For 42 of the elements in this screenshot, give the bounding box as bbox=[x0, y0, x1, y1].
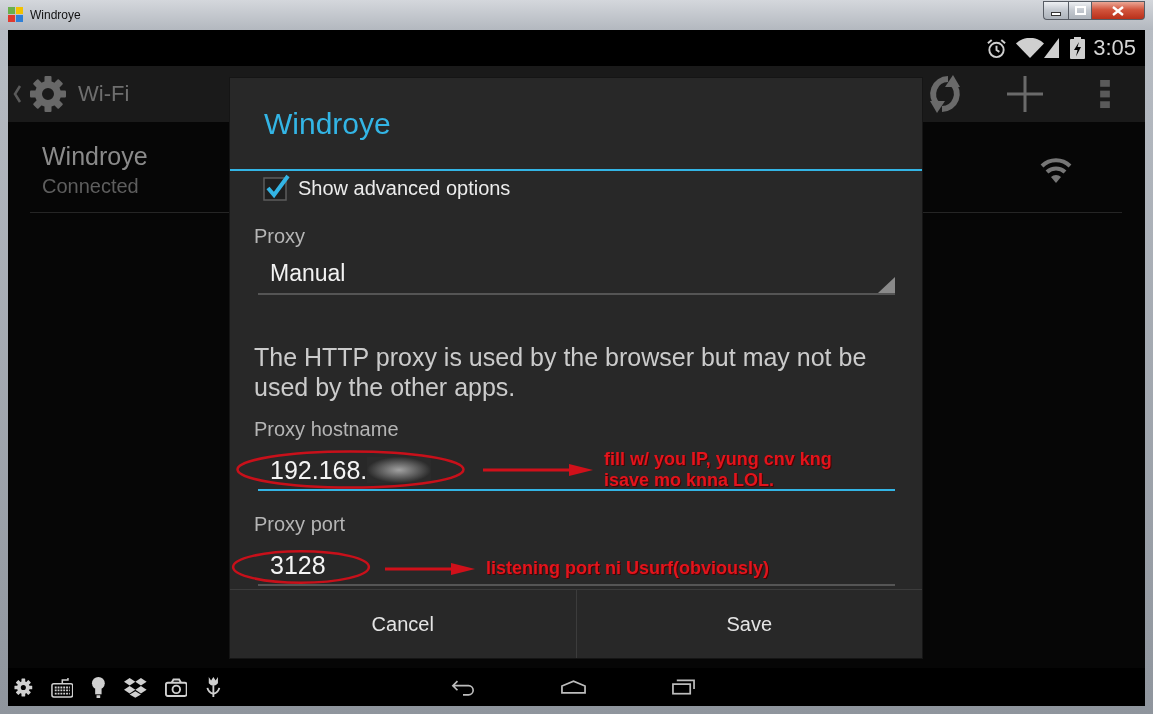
close-icon bbox=[1112, 5, 1124, 16]
alarm-clock-icon bbox=[986, 37, 1008, 59]
help-text: The HTTP proxy is used by the browser but may not be used by the other apps. bbox=[254, 342, 868, 402]
app-icon bbox=[8, 7, 23, 22]
maximize-button[interactable] bbox=[1068, 1, 1092, 20]
home-icon[interactable] bbox=[561, 680, 586, 694]
signal-icon bbox=[1044, 38, 1060, 58]
proxy-dropdown[interactable]: Manual bbox=[258, 254, 895, 295]
recent-apps-icon[interactable] bbox=[672, 679, 695, 695]
screen-title: Wi-Fi bbox=[78, 81, 130, 107]
wifi-signal-icon bbox=[1040, 157, 1072, 183]
dialog-title: Windroye bbox=[264, 106, 391, 141]
dropdown-triangle-icon bbox=[878, 277, 895, 293]
wifi-icon bbox=[1016, 38, 1045, 58]
network-status: Connected bbox=[42, 174, 139, 199]
field-label: Proxy port bbox=[253, 512, 347, 536]
battery-charging-icon bbox=[1070, 37, 1086, 59]
annotation-text: listening port ni Usurf(obviously) bbox=[486, 558, 769, 579]
field-label: Proxy hostname bbox=[253, 417, 400, 441]
flower-icon[interactable] bbox=[205, 676, 222, 698]
field-label: Proxy bbox=[253, 224, 307, 248]
dialog-button[interactable]: Cancel bbox=[230, 590, 576, 658]
back-caret-icon[interactable] bbox=[12, 84, 22, 104]
back-icon[interactable] bbox=[451, 678, 475, 696]
clock-time: 3:05 bbox=[1093, 35, 1136, 61]
annotation-text: fill w/ you IP, yung cnv kng isave mo knna LOL. bbox=[604, 449, 833, 491]
minimize-button[interactable] bbox=[1043, 1, 1068, 20]
maximize-icon bbox=[1074, 6, 1086, 15]
add-icon[interactable] bbox=[1007, 76, 1043, 112]
window-title: Windroye bbox=[30, 7, 81, 23]
close-button[interactable] bbox=[1092, 1, 1145, 20]
checkbox[interactable] bbox=[262, 174, 290, 202]
network-name[interactable]: Windroye bbox=[42, 141, 148, 171]
settings-icon[interactable] bbox=[14, 677, 33, 697]
more-menu-icon[interactable] bbox=[1100, 79, 1110, 109]
minimize-icon bbox=[1051, 11, 1061, 16]
dialog-button[interactable]: Save bbox=[575, 590, 922, 658]
boxes-icon[interactable] bbox=[124, 676, 147, 698]
camera-icon[interactable] bbox=[164, 677, 188, 697]
checkbox-label[interactable]: Show advanced options bbox=[298, 176, 511, 200]
lightbulb-icon[interactable] bbox=[91, 676, 107, 698]
keyboard-icon[interactable] bbox=[50, 676, 74, 698]
